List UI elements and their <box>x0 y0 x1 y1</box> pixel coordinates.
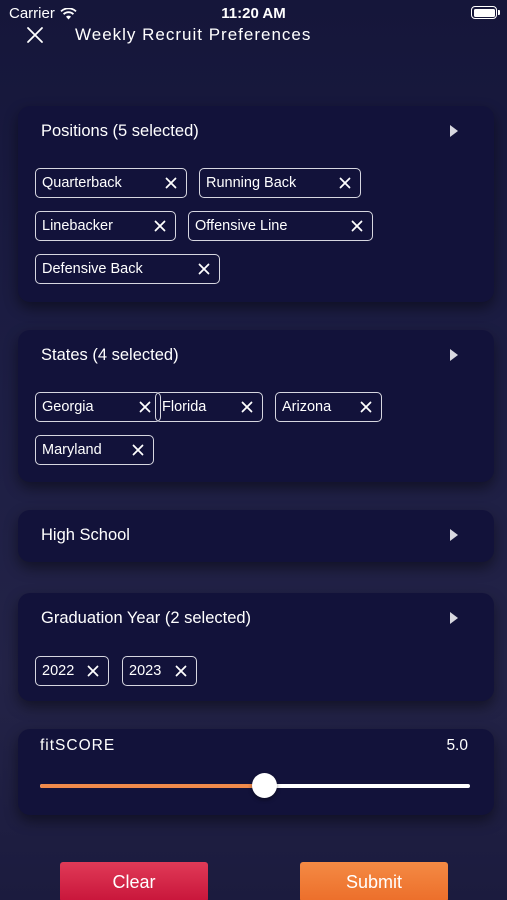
fitscore-slider-track[interactable] <box>40 773 470 798</box>
chip-quarterback[interactable]: Quarterback <box>35 168 187 198</box>
remove-icon[interactable] <box>241 401 253 413</box>
states-title: States (4 selected) <box>41 346 179 364</box>
positions-card: Positions (5 selected) Quarterback Runni… <box>18 106 494 302</box>
chip-label: 2023 <box>129 663 162 679</box>
nav-header: Weekly Recruit Preferences <box>0 22 507 52</box>
remove-icon[interactable] <box>198 263 210 275</box>
graduation-year-title: Graduation Year (2 selected) <box>41 609 252 627</box>
remove-icon[interactable] <box>139 401 151 413</box>
positions-header[interactable]: Positions (5 selected) <box>41 106 494 156</box>
clock: 11:20 AM <box>221 5 286 22</box>
chip-label: Arizona <box>282 399 332 415</box>
remove-icon[interactable] <box>339 177 351 189</box>
chip-2023[interactable]: 2023 <box>122 656 197 686</box>
chip-florida[interactable]: Florida <box>155 392 263 422</box>
chip-label: Quarterback <box>42 175 122 191</box>
fitscore-slider-fill <box>40 784 264 788</box>
remove-icon[interactable] <box>175 665 187 677</box>
remove-icon[interactable] <box>351 220 363 232</box>
chip-linebacker[interactable]: Linebacker <box>35 211 176 241</box>
page-title: Weekly Recruit Preferences <box>75 25 312 44</box>
chevron-right-icon <box>450 125 458 137</box>
high-school-card: High School <box>18 510 494 562</box>
chip-maryland[interactable]: Maryland <box>35 435 154 465</box>
graduation-year-header[interactable]: Graduation Year (2 selected) <box>41 593 494 643</box>
chip-label: Running Back <box>206 175 297 191</box>
close-icon <box>27 27 43 43</box>
chip-label: Georgia <box>42 399 94 415</box>
close-button[interactable] <box>24 24 46 46</box>
chip-offensive-line[interactable]: Offensive Line <box>188 211 373 241</box>
graduation-year-card: Graduation Year (2 selected) 2022 2023 <box>18 593 494 701</box>
remove-icon[interactable] <box>132 444 144 456</box>
remove-icon[interactable] <box>87 665 99 677</box>
positions-title: Positions (5 selected) <box>41 122 199 140</box>
chip-2022[interactable]: 2022 <box>35 656 109 686</box>
chip-defensive-back[interactable]: Defensive Back <box>35 254 220 284</box>
fitscore-card: fitSCORE 5.0 <box>18 729 494 815</box>
submit-button[interactable]: Submit <box>300 862 448 900</box>
remove-icon[interactable] <box>154 220 166 232</box>
remove-icon[interactable] <box>360 401 372 413</box>
states-header[interactable]: States (4 selected) <box>41 330 494 380</box>
fitscore-value: 5.0 <box>446 737 468 754</box>
chevron-right-icon <box>450 349 458 361</box>
chip-label: Maryland <box>42 442 102 458</box>
chevron-right-icon <box>450 529 458 541</box>
clear-button[interactable]: Clear <box>60 862 208 900</box>
chip-label: 2022 <box>42 663 75 679</box>
fitscore-label: fitSCORE <box>40 737 116 754</box>
fitscore-slider-thumb[interactable] <box>252 773 277 798</box>
chip-running-back[interactable]: Running Back <box>199 168 361 198</box>
remove-icon[interactable] <box>165 177 177 189</box>
chip-label: Offensive Line <box>195 218 288 234</box>
chip-label: Linebacker <box>42 218 113 234</box>
chip-georgia[interactable]: Georgia <box>35 392 161 422</box>
chip-label: Defensive Back <box>42 261 143 277</box>
states-card: States (4 selected) Georgia Florida Ariz… <box>18 330 494 482</box>
high-school-title: High School <box>41 526 130 544</box>
chip-label: Florida <box>162 399 207 415</box>
chip-arizona[interactable]: Arizona <box>275 392 382 422</box>
chevron-right-icon <box>450 612 458 624</box>
battery-icon <box>471 6 500 19</box>
high-school-header[interactable]: High School <box>41 510 494 560</box>
